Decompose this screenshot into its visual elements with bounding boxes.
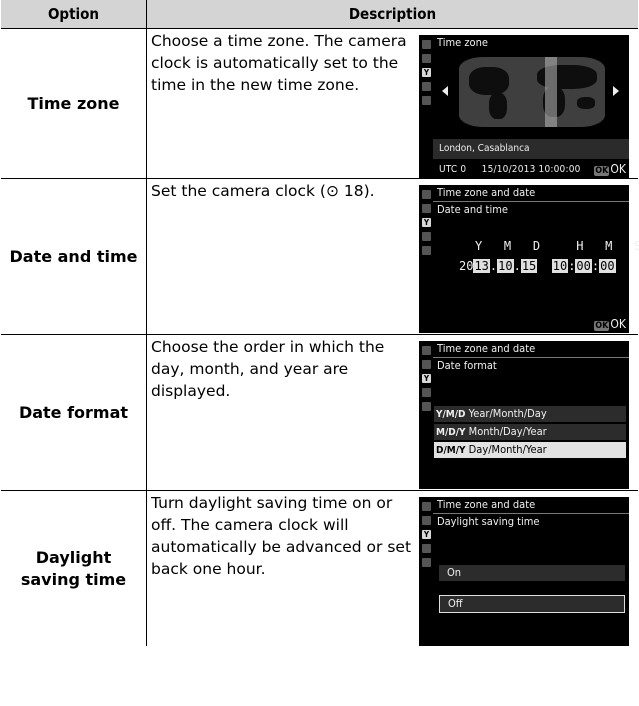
retouch-icon — [422, 388, 431, 397]
screen-subtitle: Date and time — [437, 203, 508, 216]
menu-sidebar: Y — [419, 35, 433, 178]
option-daylight-saving-time: Daylight saving time — [1, 490, 147, 646]
screen-title: Time zone and date — [437, 342, 536, 355]
location-label: London, Casablanca — [433, 139, 629, 159]
playback-icon — [422, 502, 431, 511]
screen-subtitle: Daylight saving time — [437, 515, 540, 528]
ok-button-icon: OK — [594, 321, 610, 331]
screen-subtitle: Date format — [437, 359, 497, 372]
option-date-and-time: Date and time — [1, 178, 147, 335]
ok-prompt: OK OK — [594, 317, 626, 331]
camera-icon — [422, 54, 431, 63]
setup-wrench-icon: Y — [422, 68, 431, 77]
setup-wrench-icon: Y — [422, 374, 431, 383]
format-option-mdy[interactable]: M/D/Y Month/Day/Year — [434, 424, 626, 440]
selected-time-zone-band — [545, 57, 557, 127]
setup-wrench-icon: Y — [422, 218, 431, 227]
description-column-header: Description — [146, 0, 638, 29]
table-header: Option Description — [1, 0, 638, 29]
description-text: Set the camera clock (⊙ 18). — [151, 182, 375, 200]
setup-wrench-icon: Y — [422, 530, 431, 539]
camera-screen-time-zone: Y Time zone London, Casablanca UTC 0 15/… — [419, 35, 629, 178]
table-row: Date format Choose the order in which th… — [1, 334, 638, 491]
table-row: Time zone Choose a time zone. The camera… — [1, 28, 638, 179]
table-row: Daylight saving time Turn daylight savin… — [1, 490, 638, 646]
option-column-header: Option — [1, 0, 147, 29]
camera-icon — [422, 516, 431, 525]
retouch-icon — [422, 544, 431, 553]
ok-prompt: OK OK — [594, 162, 626, 176]
right-arrow-icon — [613, 86, 619, 96]
description-text: Choose the order in which the day, month… — [151, 338, 385, 400]
dst-option-on[interactable]: On — [439, 565, 625, 581]
second-field[interactable]: 00 — [599, 259, 616, 273]
recent-settings-icon — [422, 558, 431, 567]
camera-screen-daylight-saving: Y Time zone and date Daylight saving tim… — [419, 497, 629, 646]
camera-icon — [422, 204, 431, 213]
ok-button-icon: OK — [594, 166, 610, 176]
menu-sidebar: Y — [419, 497, 433, 646]
screen-title: Time zone and date — [437, 186, 536, 199]
menu-sidebar: Y — [419, 341, 433, 489]
playback-icon — [422, 190, 431, 199]
settings-table: Option Description Time zone Choose a ti… — [1, 0, 639, 646]
screen-title: Time zone and date — [437, 498, 536, 511]
playback-icon — [422, 346, 431, 355]
retouch-icon — [422, 82, 431, 91]
month-field[interactable]: 10 — [497, 259, 514, 273]
day-field[interactable]: 15 — [520, 259, 538, 273]
format-option-ymd[interactable]: Y/M/D Year/Month/Day — [434, 406, 626, 422]
hour-field[interactable]: 10 — [551, 259, 569, 273]
description-text: Choose a time zone. The camera clock is … — [151, 32, 407, 94]
table-row: Date and time Set the camera clock (⊙ 18… — [1, 178, 639, 335]
option-time-zone: Time zone — [1, 28, 147, 179]
recent-settings-icon — [422, 96, 431, 105]
screen-title: Time zone — [437, 36, 488, 49]
minute-field[interactable]: 00 — [575, 259, 592, 273]
camera-icon — [422, 360, 431, 369]
date-time-values: 2013.10.15 10:00:00 — [459, 259, 616, 273]
menu-sidebar: Y — [419, 185, 433, 333]
dst-option-off[interactable]: Off — [439, 595, 625, 613]
left-arrow-icon — [442, 86, 448, 96]
camera-screen-date-format: Y Time zone and date Date format Y/M/D Y… — [419, 341, 629, 489]
recent-settings-icon — [422, 246, 431, 255]
retouch-icon — [422, 232, 431, 241]
utc-offset: UTC 0 — [439, 164, 467, 175]
option-date-format: Date format — [1, 334, 147, 491]
year-field[interactable]: 13 — [473, 259, 490, 273]
format-option-dmy[interactable]: D/M/Y Day/Month/Year — [434, 442, 626, 458]
camera-screen-date-time: Y Time zone and date Date and time Y M D… — [419, 185, 639, 333]
recent-settings-icon — [422, 402, 431, 411]
world-map — [459, 57, 605, 127]
playback-icon — [422, 40, 431, 49]
field-labels: Y M D H M S — [475, 239, 639, 253]
current-datetime: 15/10/2013 10:00:00 — [481, 164, 581, 175]
description-text: Turn daylight saving time on or off. The… — [151, 494, 412, 578]
